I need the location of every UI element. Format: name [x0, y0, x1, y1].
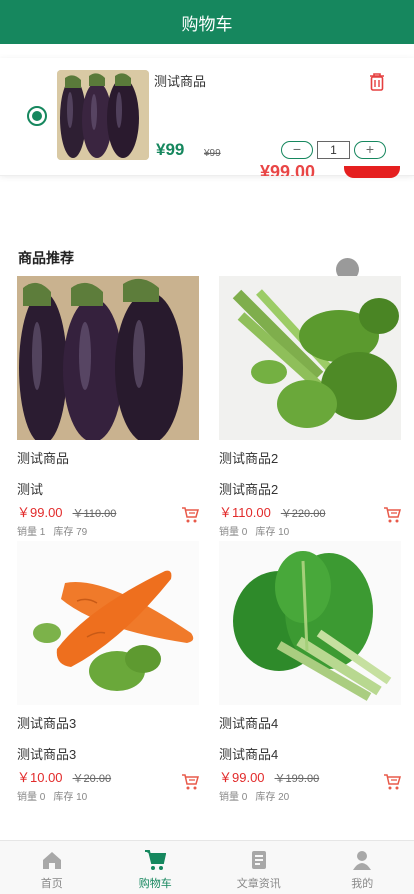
product-price: ￥99.00: [17, 505, 63, 520]
bottom-tab-bar: 首页 购物车 文章资讯 我的: [0, 840, 414, 894]
product-image-carrot[interactable]: [17, 541, 199, 705]
product-stock: 库存 10: [255, 527, 290, 538]
cart-item-title: 测试商品: [154, 74, 207, 89]
product-image-celery[interactable]: [219, 276, 401, 440]
add-to-cart-icon[interactable]: [383, 773, 401, 791]
tab-cart[interactable]: 购物车: [104, 841, 208, 894]
product-old-price: ￥199.00: [274, 773, 320, 785]
page-header: 购物车: [0, 0, 414, 44]
quantity-value[interactable]: 1: [317, 141, 350, 159]
tab-profile[interactable]: 我的: [311, 841, 414, 894]
add-to-cart-icon[interactable]: [181, 773, 199, 791]
product-subtitle: 测试商品3: [17, 747, 77, 762]
product-price: ￥99.00: [219, 770, 265, 785]
product-stock: 库存 20: [255, 792, 290, 803]
cart-item-card: 测试商品 ¥99 ¥99 − 1 +: [0, 58, 414, 176]
product-name: 测试商品3: [17, 716, 77, 731]
product-subtitle: 测试: [17, 482, 44, 497]
product-sales: 销量 0: [219, 527, 248, 538]
product-card[interactable]: 测试商品 测试 ￥99.00 ￥110.00 销量 1 库存 79: [17, 276, 199, 538]
tab-profile-label: 我的: [351, 878, 374, 890]
select-radio[interactable]: [27, 106, 47, 126]
tab-articles-label: 文章资讯: [236, 878, 281, 890]
product-card[interactable]: 测试商品2 测试商品2 ￥110.00 ￥220.00 销量 0 库存 10: [219, 276, 401, 538]
total-price-partial: ¥99.00: [260, 162, 316, 176]
product-stock: 库存 10: [53, 792, 88, 803]
tab-cart-label: 购物车: [138, 878, 172, 890]
cart-item-price: ¥99: [156, 140, 185, 159]
product-old-price: ￥110.00: [72, 508, 117, 520]
product-old-price: ￥220.00: [280, 508, 326, 520]
product-subtitle: 测试商品4: [219, 747, 279, 762]
delete-icon[interactable]: [368, 72, 386, 92]
tab-articles[interactable]: 文章资讯: [207, 841, 311, 894]
product-price: ￥10.00: [17, 770, 63, 785]
recommend-heading: 商品推荐: [18, 250, 74, 266]
product-subtitle: 测试商品2: [219, 482, 279, 497]
product-name: 测试商品: [17, 451, 70, 466]
add-to-cart-icon[interactable]: [181, 506, 199, 524]
page-title: 购物车: [181, 14, 233, 34]
tab-home[interactable]: 首页: [0, 841, 104, 894]
home-icon: [42, 852, 61, 869]
add-to-cart-icon[interactable]: [383, 506, 401, 524]
product-image-greens[interactable]: [219, 541, 401, 705]
product-image-eggplant[interactable]: [17, 276, 199, 440]
product-old-price: ￥20.00: [72, 773, 112, 785]
product-sales: 销量 1: [17, 527, 46, 538]
quantity-stepper: − 1 +: [281, 141, 386, 159]
article-icon: [251, 851, 266, 869]
product-name: 测试商品4: [219, 716, 279, 731]
product-card[interactable]: 测试商品4 测试商品4 ￥99.00 ￥199.00 销量 0 库存 20: [219, 541, 401, 803]
user-icon: [353, 851, 372, 870]
cart-icon: [145, 850, 167, 870]
product-price: ￥110.00: [219, 505, 271, 520]
product-sales: 销量 0: [219, 792, 248, 803]
tab-home-label: 首页: [40, 878, 63, 890]
cart-item-old-price: ¥99: [204, 148, 221, 159]
decrease-button[interactable]: −: [281, 141, 313, 159]
product-card[interactable]: 测试商品3 测试商品3 ￥10.00 ￥20.00 销量 0 库存 10: [17, 541, 199, 803]
checkout-button-partial[interactable]: [344, 166, 400, 178]
cart-item-image[interactable]: [57, 70, 149, 160]
product-stock: 库存 79: [53, 527, 88, 538]
increase-button[interactable]: +: [354, 141, 386, 159]
product-sales: 销量 0: [17, 792, 46, 803]
product-name: 测试商品2: [219, 451, 279, 466]
